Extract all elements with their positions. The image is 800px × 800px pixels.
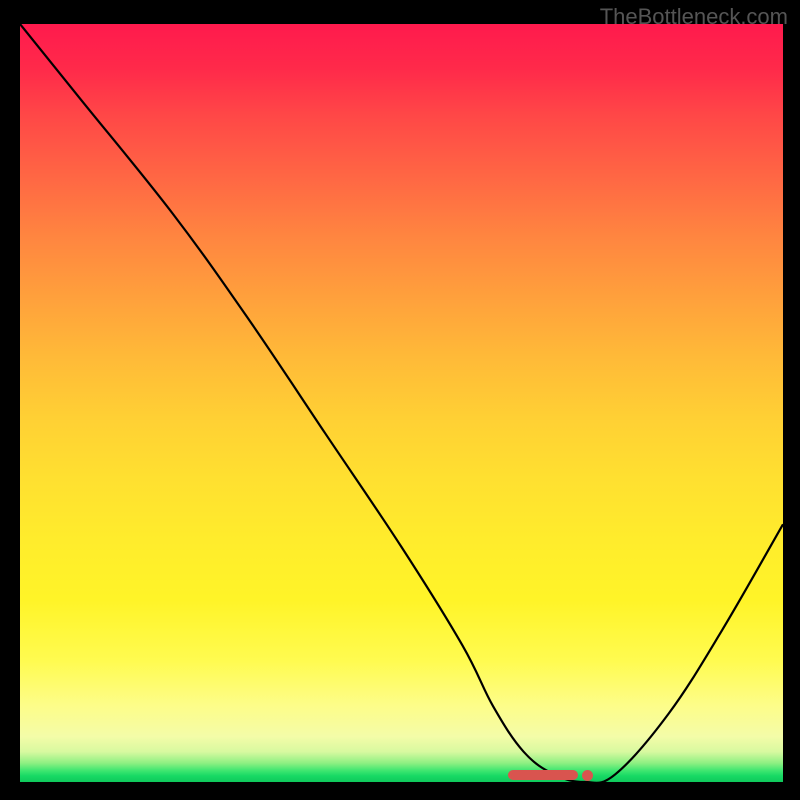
chart-plot-area [20, 24, 783, 782]
bottleneck-curve [20, 24, 783, 782]
optimal-range-marker [508, 770, 578, 780]
watermark-text: TheBottleneck.com [600, 4, 788, 30]
